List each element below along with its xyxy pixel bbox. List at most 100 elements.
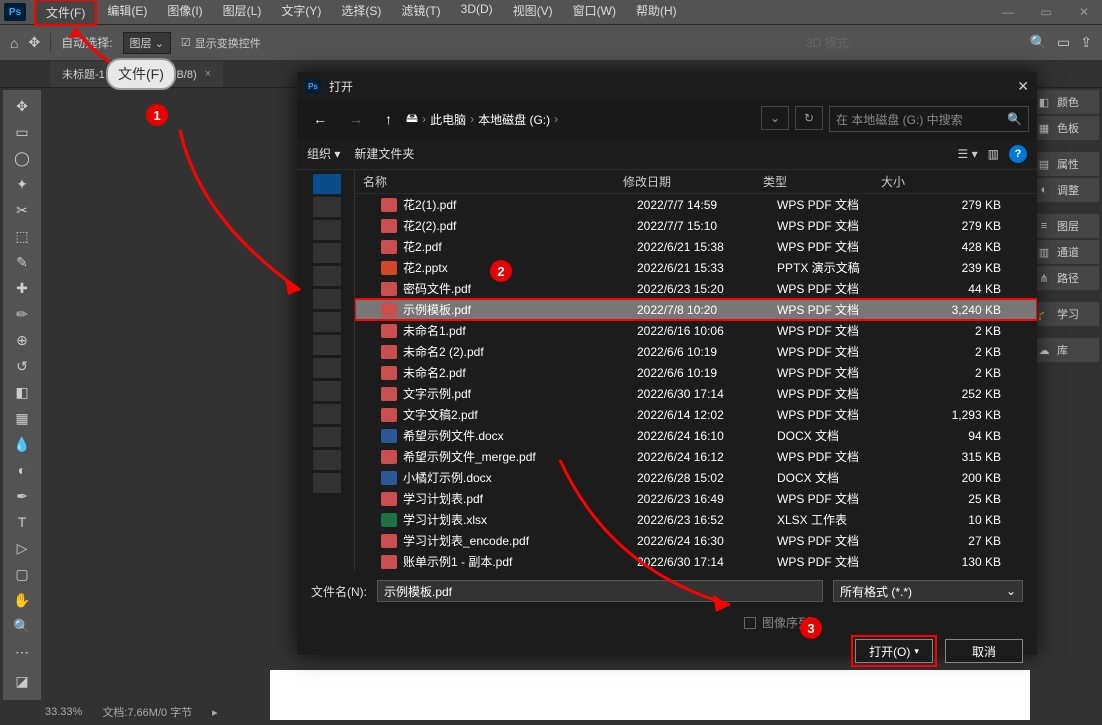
layer-dropdown[interactable]: 图层 ⌄	[123, 32, 171, 54]
file-row[interactable]: 学习计划表.xlsx 2022/6/23 16:52 XLSX 工作表 10 K…	[355, 509, 1037, 530]
zoom-tool[interactable]: 🔍	[5, 614, 39, 638]
path-tool[interactable]: ▷	[5, 536, 39, 560]
menu-item[interactable]: 文字(Y)	[271, 0, 331, 26]
pen-tool[interactable]: ✒	[5, 484, 39, 508]
panel-tab[interactable]: ▦色板	[1031, 116, 1099, 140]
history-tool[interactable]: ↺	[5, 354, 39, 378]
cancel-button[interactable]: 取消	[945, 639, 1023, 663]
help-icon[interactable]: ?	[1009, 145, 1027, 163]
search-icon[interactable]: 🔍	[1030, 34, 1047, 51]
stamp-tool[interactable]: ⊕	[5, 328, 39, 352]
forward-icon[interactable]: →	[341, 107, 371, 131]
col-name[interactable]: 名称	[355, 173, 615, 190]
menu-item[interactable]: 选择(S)	[331, 0, 391, 26]
file-row[interactable]: 花2(2).pdf 2022/7/7 15:10 WPS PDF 文档 279 …	[355, 215, 1037, 236]
sidebar-item[interactable]	[313, 174, 341, 194]
sidebar-item[interactable]	[313, 473, 341, 493]
preview-button[interactable]: ▥	[988, 147, 999, 161]
sidebar-item[interactable]	[313, 220, 341, 240]
menu-item[interactable]: 图层(L)	[213, 0, 272, 26]
dodge-tool[interactable]: ◐	[5, 458, 39, 482]
file-row[interactable]: 花2.pptx 2022/6/21 15:33 PPTX 演示文稿 239 KB	[355, 257, 1037, 278]
file-row[interactable]: 密码文件.pdf 2022/6/23 15:20 WPS PDF 文档 44 K…	[355, 278, 1037, 299]
menu-item[interactable]: 文件(F)	[34, 0, 97, 26]
sidebar-item[interactable]	[313, 335, 341, 355]
file-row[interactable]: 学习计划表_encode.pdf 2022/6/24 16:30 WPS PDF…	[355, 530, 1037, 551]
menu-item[interactable]: 编辑(E)	[97, 0, 157, 26]
panel-tab[interactable]: ▤属性	[1031, 152, 1099, 176]
file-row[interactable]: 文字文稿2.pdf 2022/6/14 12:02 WPS PDF 文档 1,2…	[355, 404, 1037, 425]
eyedropper-tool[interactable]: ✎	[5, 250, 39, 274]
sidebar-item[interactable]	[313, 289, 341, 309]
sidebar-item[interactable]	[313, 404, 341, 424]
gradient-tool[interactable]: ▦	[5, 406, 39, 430]
home-icon[interactable]: ⌂	[10, 35, 18, 51]
file-row[interactable]: 未命名2.pdf 2022/6/6 10:19 WPS PDF 文档 2 KB	[355, 362, 1037, 383]
panel-tab[interactable]: ≡图层	[1031, 214, 1099, 238]
file-row[interactable]: 未命名2 (2).pdf 2022/6/6 10:19 WPS PDF 文档 2…	[355, 341, 1037, 362]
menu-item[interactable]: 视图(V)	[503, 0, 563, 26]
col-size[interactable]: 大小	[873, 173, 1023, 190]
move-tool[interactable]: ✥	[5, 94, 39, 118]
menu-item[interactable]: 窗口(W)	[563, 0, 626, 26]
blur-tool[interactable]: 💧	[5, 432, 39, 456]
file-row[interactable]: 希望示例文件.docx 2022/6/24 16:10 DOCX 文档 94 K…	[355, 425, 1037, 446]
move-icon[interactable]: ✥	[28, 34, 40, 51]
close-icon[interactable]: ✕	[1066, 1, 1102, 23]
screen-icon[interactable]: ▭	[1057, 34, 1070, 51]
share-icon[interactable]: ⇪	[1080, 34, 1092, 51]
organize-button[interactable]: 组织 ▾	[307, 145, 340, 162]
col-date[interactable]: 修改日期	[615, 173, 755, 190]
new-folder-button[interactable]: 新建文件夹	[354, 145, 414, 162]
file-row[interactable]: 示例模板.pdf 2022/7/8 10:20 WPS PDF 文档 3,240…	[355, 299, 1037, 320]
brush-tool[interactable]: ✏	[5, 302, 39, 326]
heal-tool[interactable]: ✚	[5, 276, 39, 300]
swatch-tool[interactable]: ◪	[5, 666, 39, 696]
file-row[interactable]: 学习计划表.pdf 2022/6/23 16:49 WPS PDF 文档 25 …	[355, 488, 1037, 509]
file-row[interactable]: 未命名1.pdf 2022/6/16 10:06 WPS PDF 文档 2 KB	[355, 320, 1037, 341]
breadcrumb[interactable]: 🖴 › 此电脑 › 本地磁盘 (G:) ›	[406, 109, 558, 130]
dialog-close-icon[interactable]: ✕	[1017, 78, 1029, 95]
sidebar-item[interactable]	[313, 381, 341, 401]
panel-tab[interactable]: ⋔路径	[1031, 266, 1099, 290]
marquee-tool[interactable]: ▭	[5, 120, 39, 144]
filter-select[interactable]: 所有格式 (*.*)⌄	[833, 580, 1023, 602]
panel-tab[interactable]: ◧颜色	[1031, 90, 1099, 114]
maximize-icon[interactable]: ▭	[1028, 1, 1064, 23]
image-sequence-checkbox[interactable]: 图像序列	[531, 614, 1023, 631]
menu-item[interactable]: 滤镜(T)	[391, 0, 450, 26]
lasso-tool[interactable]: ◯	[5, 146, 39, 170]
more-tool[interactable]: ⋯	[5, 640, 39, 664]
wand-tool[interactable]: ✦	[5, 172, 39, 196]
eraser-tool[interactable]: ◧	[5, 380, 39, 404]
col-type[interactable]: 类型	[755, 173, 873, 190]
file-row[interactable]: 花2(1).pdf 2022/7/7 14:59 WPS PDF 文档 279 …	[355, 194, 1037, 215]
dropdown-icon[interactable]: ⌄	[761, 106, 789, 130]
transform-checkbox[interactable]: ☑显示变换控件	[181, 35, 261, 51]
filename-input[interactable]	[377, 580, 823, 602]
shape-tool[interactable]: ▢	[5, 562, 39, 586]
file-row[interactable]: 小橘灯示例.docx 2022/6/28 15:02 DOCX 文档 200 K…	[355, 467, 1037, 488]
open-button[interactable]: 打开(O) ▾	[855, 639, 933, 663]
menu-item[interactable]: 图像(I)	[157, 0, 212, 26]
file-row[interactable]: 希望示例文件_merge.pdf 2022/6/24 16:12 WPS PDF…	[355, 446, 1037, 467]
view-mode-button[interactable]: ☰ ▾	[958, 147, 978, 161]
panel-tab[interactable]: ☁库	[1031, 338, 1099, 362]
frame-tool[interactable]: ⬚	[5, 224, 39, 248]
sidebar-item[interactable]	[313, 450, 341, 470]
crop-tool[interactable]: ✂	[5, 198, 39, 222]
sidebar-item[interactable]	[313, 197, 341, 217]
sidebar-item[interactable]	[313, 266, 341, 286]
minimize-icon[interactable]: —	[990, 1, 1026, 23]
hand-tool[interactable]: ✋	[5, 588, 39, 612]
sidebar-item[interactable]	[313, 243, 341, 263]
file-row[interactable]: 花2.pdf 2022/6/21 15:38 WPS PDF 文档 428 KB	[355, 236, 1037, 257]
sidebar-item[interactable]	[313, 312, 341, 332]
sidebar-item[interactable]	[313, 358, 341, 378]
refresh-icon[interactable]: ↻	[795, 106, 823, 130]
file-row[interactable]: 文字示例.pdf 2022/6/30 17:14 WPS PDF 文档 252 …	[355, 383, 1037, 404]
panel-tab[interactable]: 🎓学习	[1031, 302, 1099, 326]
sidebar-item[interactable]	[313, 427, 341, 447]
type-tool[interactable]: T	[5, 510, 39, 534]
search-input[interactable]: 在 本地磁盘 (G:) 中搜索 🔍	[829, 106, 1029, 132]
